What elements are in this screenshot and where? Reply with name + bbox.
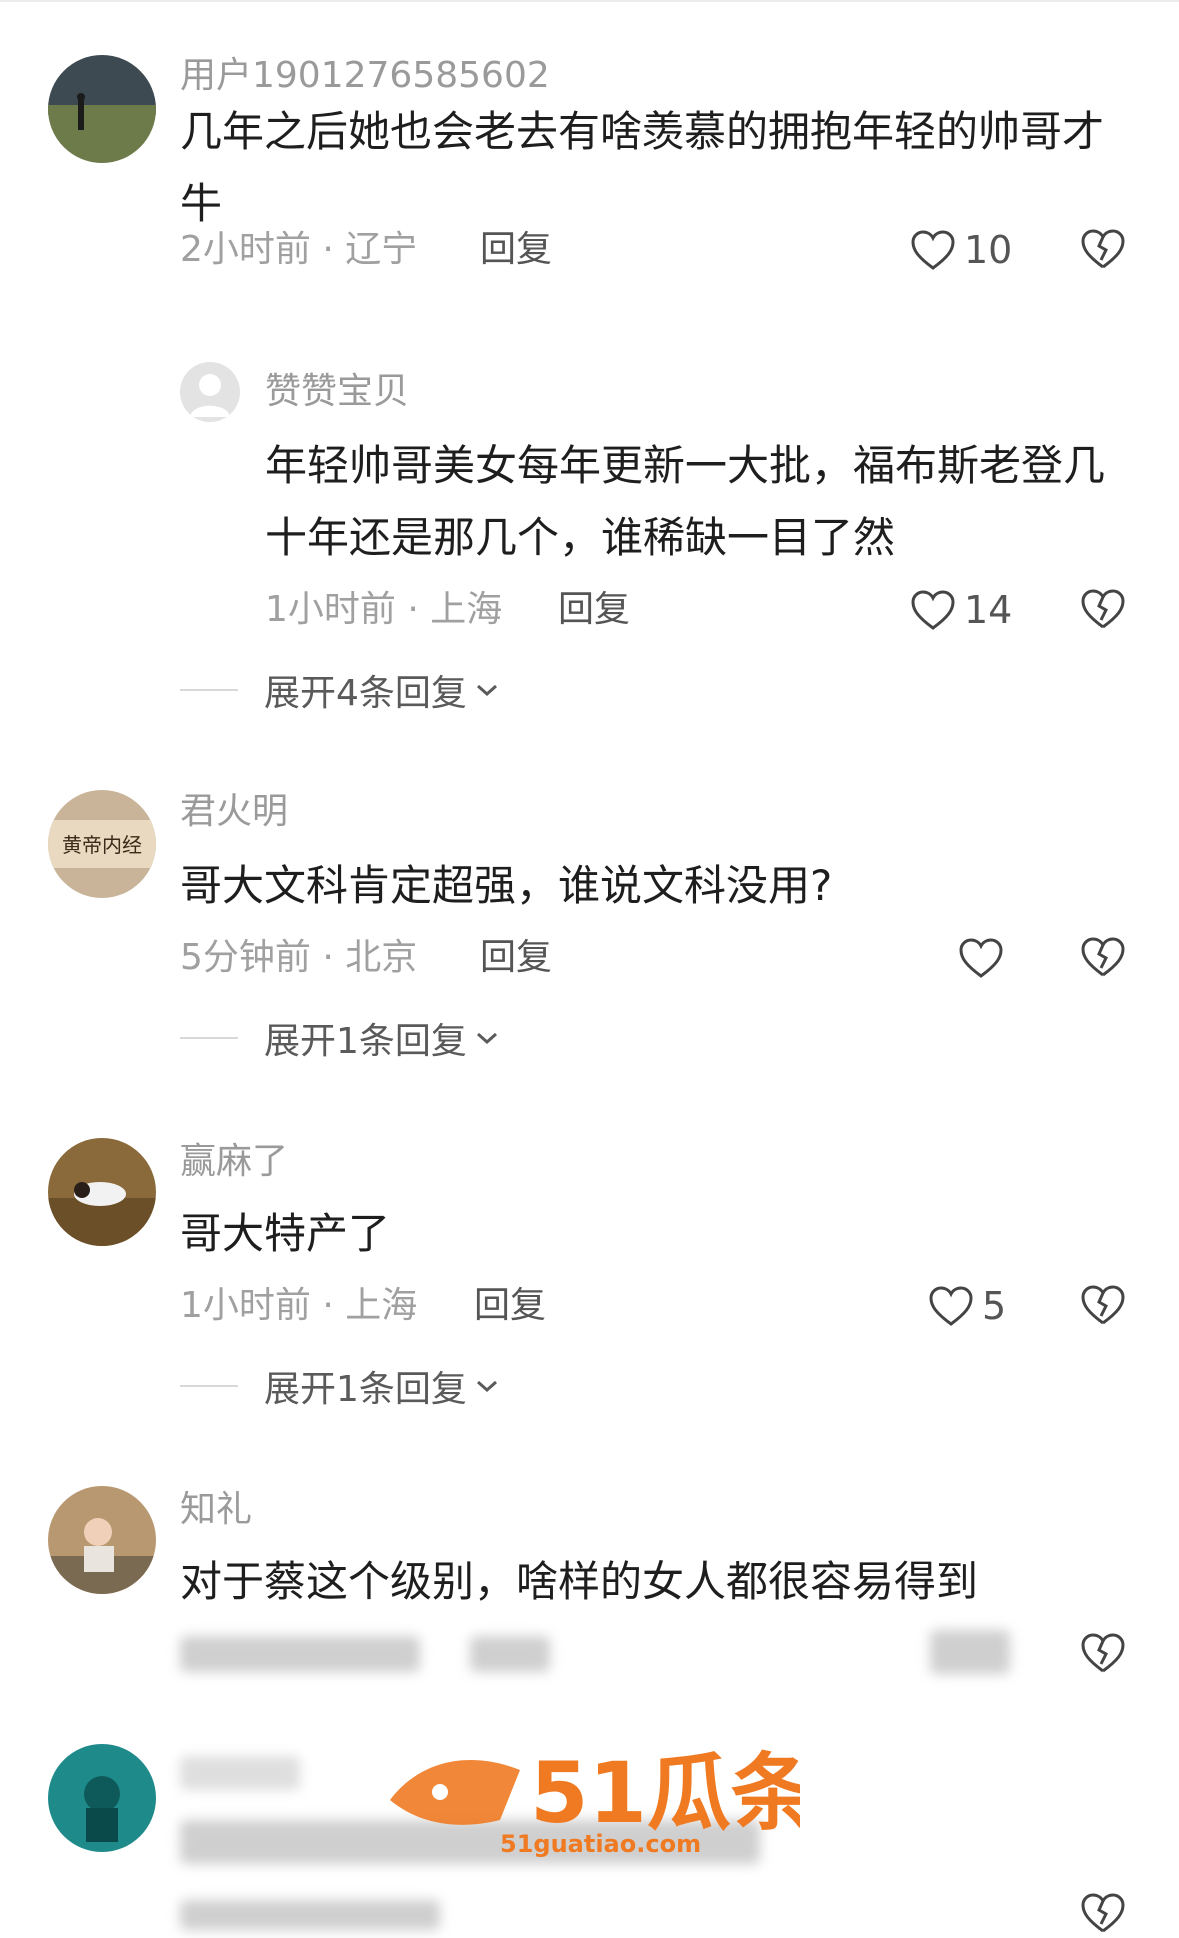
sub-reply-text: 年轻帅哥美女每年更新一大批，福布斯老登几十年还是那几个，谁稀缺一目了然 xyxy=(265,441,1106,562)
blurred-reply xyxy=(470,1636,550,1672)
expand-label: 展开1条回复 xyxy=(264,1369,467,1410)
dislike-button[interactable] xyxy=(1080,936,1126,982)
user-avatar[interactable] xyxy=(48,1138,156,1246)
blurred-meta xyxy=(180,1900,440,1930)
broken-heart-icon xyxy=(1081,937,1125,977)
chevron-down-icon xyxy=(476,684,497,697)
blurred-username xyxy=(180,1756,300,1790)
comment-username[interactable]: 赢麻了 xyxy=(180,1140,288,1184)
broken-heart-icon xyxy=(1081,1633,1125,1673)
sub-reply-meta: 1小时前 · 上海 xyxy=(265,589,503,630)
broken-heart-icon xyxy=(1081,229,1125,269)
like-count: 10 xyxy=(964,228,1013,272)
dislike-button[interactable] xyxy=(1080,228,1126,274)
expand-replies-button[interactable]: 展开4条回复 xyxy=(180,668,499,714)
expand-divider xyxy=(180,1385,238,1387)
like-count: 5 xyxy=(982,1284,1007,1328)
like-button[interactable] xyxy=(958,932,1004,984)
comment-username[interactable]: 君火明 xyxy=(180,790,288,834)
expand-divider xyxy=(180,1037,238,1039)
expand-label: 展开1条回复 xyxy=(264,1021,467,1062)
blurred-like xyxy=(930,1630,1010,1674)
reply-button[interactable]: 回复 xyxy=(480,936,552,980)
blurred-meta xyxy=(180,1636,420,1672)
dislike-button[interactable] xyxy=(1080,1892,1126,1938)
expand-label: 展开4条回复 xyxy=(264,673,467,714)
chevron-down-icon xyxy=(476,1380,497,1393)
comment-text: 几年之后她也会老去有啥羡慕的拥抱年轻的帅哥才牛 xyxy=(180,107,1105,228)
user-avatar[interactable] xyxy=(48,1744,156,1852)
broken-heart-icon xyxy=(1081,1285,1125,1325)
avatar-text: 黄帝内经 xyxy=(62,833,142,857)
dislike-button[interactable] xyxy=(1080,1284,1126,1330)
user-avatar[interactable]: 黄帝内经 xyxy=(48,790,156,898)
user-avatar[interactable] xyxy=(48,55,156,163)
reply-button[interactable]: 回复 xyxy=(480,228,552,272)
expand-replies-button[interactable]: 展开1条回复 xyxy=(180,1364,499,1410)
comment-meta: 2小时前 · 辽宁 xyxy=(180,229,418,270)
heart-icon xyxy=(929,1286,973,1326)
sub-dislike-button[interactable] xyxy=(1080,588,1126,634)
sub-reply-username[interactable]: 赞赞宝贝 xyxy=(265,370,409,414)
comment-username[interactable]: 用户1901276585602 xyxy=(180,54,550,98)
chevron-down-icon xyxy=(476,1032,497,1045)
comment-username[interactable]: 知礼 xyxy=(180,1488,252,1532)
heart-icon xyxy=(959,938,1003,978)
user-avatar[interactable] xyxy=(48,1486,156,1594)
watermark-brand: 51瓜条 xyxy=(530,1744,800,1842)
expand-divider xyxy=(180,689,238,691)
sub-reply-button[interactable]: 回复 xyxy=(558,588,630,632)
like-button[interactable]: 10 xyxy=(910,224,1012,276)
like-button[interactable]: 5 xyxy=(928,1280,1006,1332)
watermark-logo: 51瓜条 51guatiao.com xyxy=(380,1730,815,1860)
comment-text: 对于蔡这个级别，啥样的女人都很容易得到 xyxy=(180,1557,979,1606)
watermark-url: 51guatiao.com xyxy=(500,1830,701,1858)
heart-icon xyxy=(911,230,955,270)
comment-text: 哥大文科肯定超强，谁说文科没用? xyxy=(180,861,833,910)
top-divider xyxy=(0,0,1179,2)
heart-icon xyxy=(911,590,955,630)
expand-replies-button[interactable]: 展开1条回复 xyxy=(180,1016,499,1062)
comment-meta: 5分钟前 · 北京 xyxy=(180,937,418,978)
sub-reply-avatar[interactable] xyxy=(180,362,240,422)
comment-text: 哥大特产了 xyxy=(180,1209,391,1258)
broken-heart-icon xyxy=(1081,589,1125,629)
broken-heart-icon xyxy=(1081,1893,1125,1933)
comment-meta: 1小时前 · 上海 xyxy=(180,1285,418,1326)
sub-like-button[interactable]: 14 xyxy=(910,584,1012,636)
like-count: 14 xyxy=(964,588,1013,632)
dislike-button[interactable] xyxy=(1080,1632,1126,1678)
reply-button[interactable]: 回复 xyxy=(474,1284,546,1328)
